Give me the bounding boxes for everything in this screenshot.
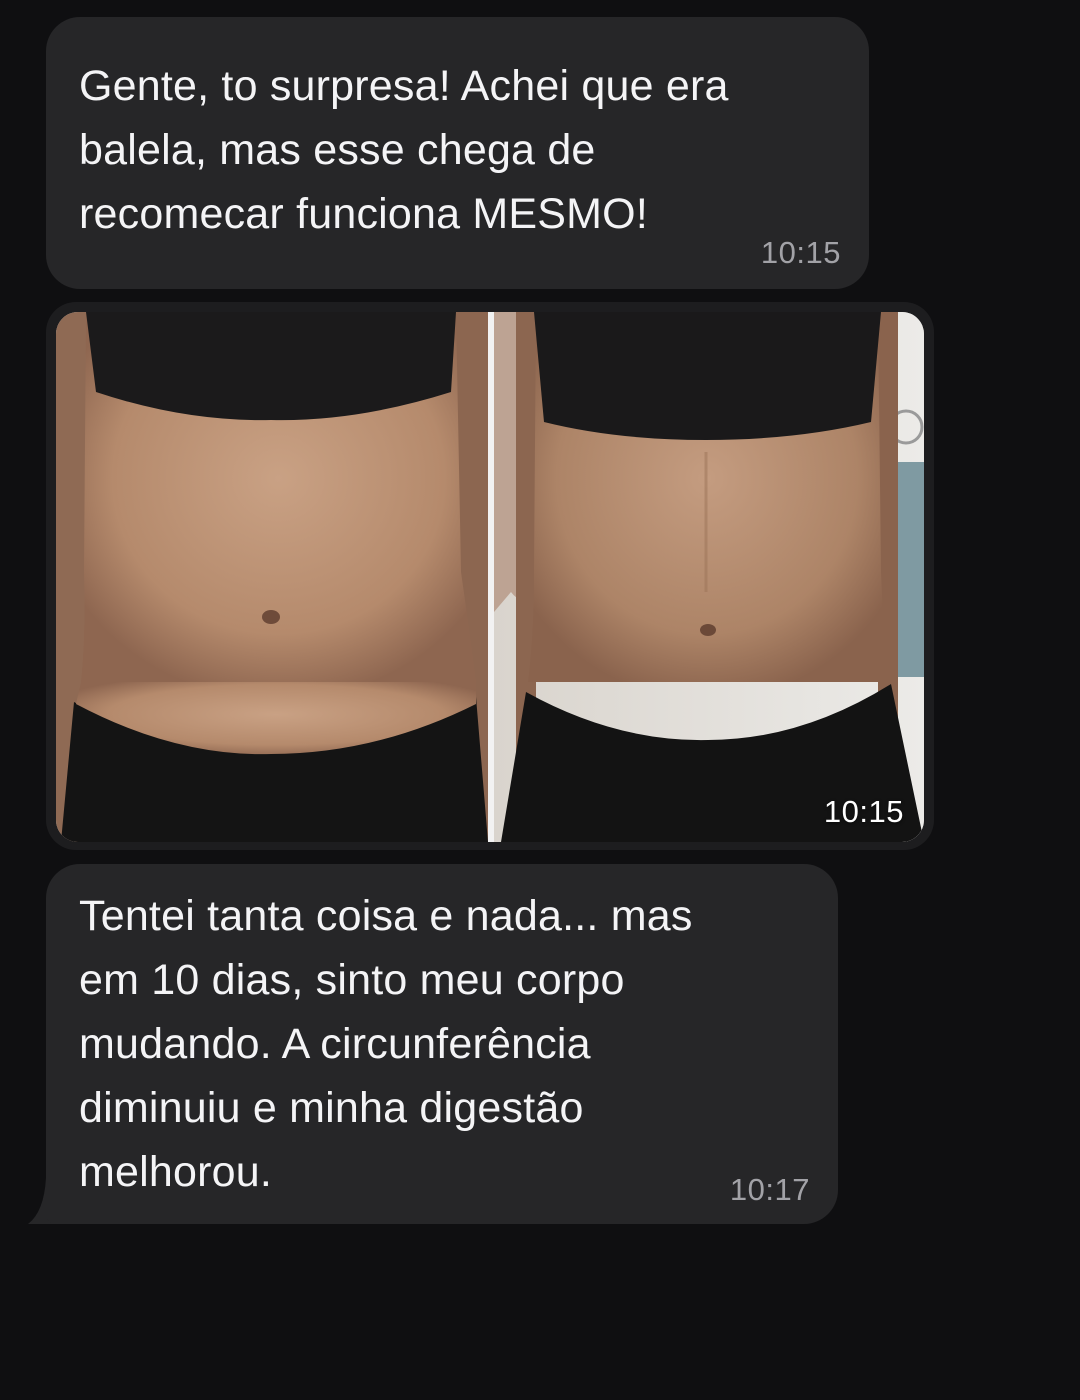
- message-text: Tentei tanta coisa e nada... mas em 10 d…: [79, 892, 693, 1196]
- message-bubble-incoming[interactable]: Tentei tanta coisa e nada... mas em 10 d…: [46, 864, 838, 1224]
- message-timestamp: 10:15: [823, 794, 904, 829]
- image-message-bubble[interactable]: 10:15: [46, 302, 934, 850]
- chat-thread: Gente, to surpresa! Achei que era balela…: [0, 0, 1080, 1400]
- message-timestamp: 10:15: [760, 235, 841, 270]
- message-timestamp: 10:17: [729, 1172, 810, 1207]
- before-after-photo[interactable]: [56, 312, 924, 842]
- message-text: Gente, to surpresa! Achei que era balela…: [79, 62, 729, 238]
- message-bubble-incoming[interactable]: Gente, to surpresa! Achei que era balela…: [46, 17, 869, 289]
